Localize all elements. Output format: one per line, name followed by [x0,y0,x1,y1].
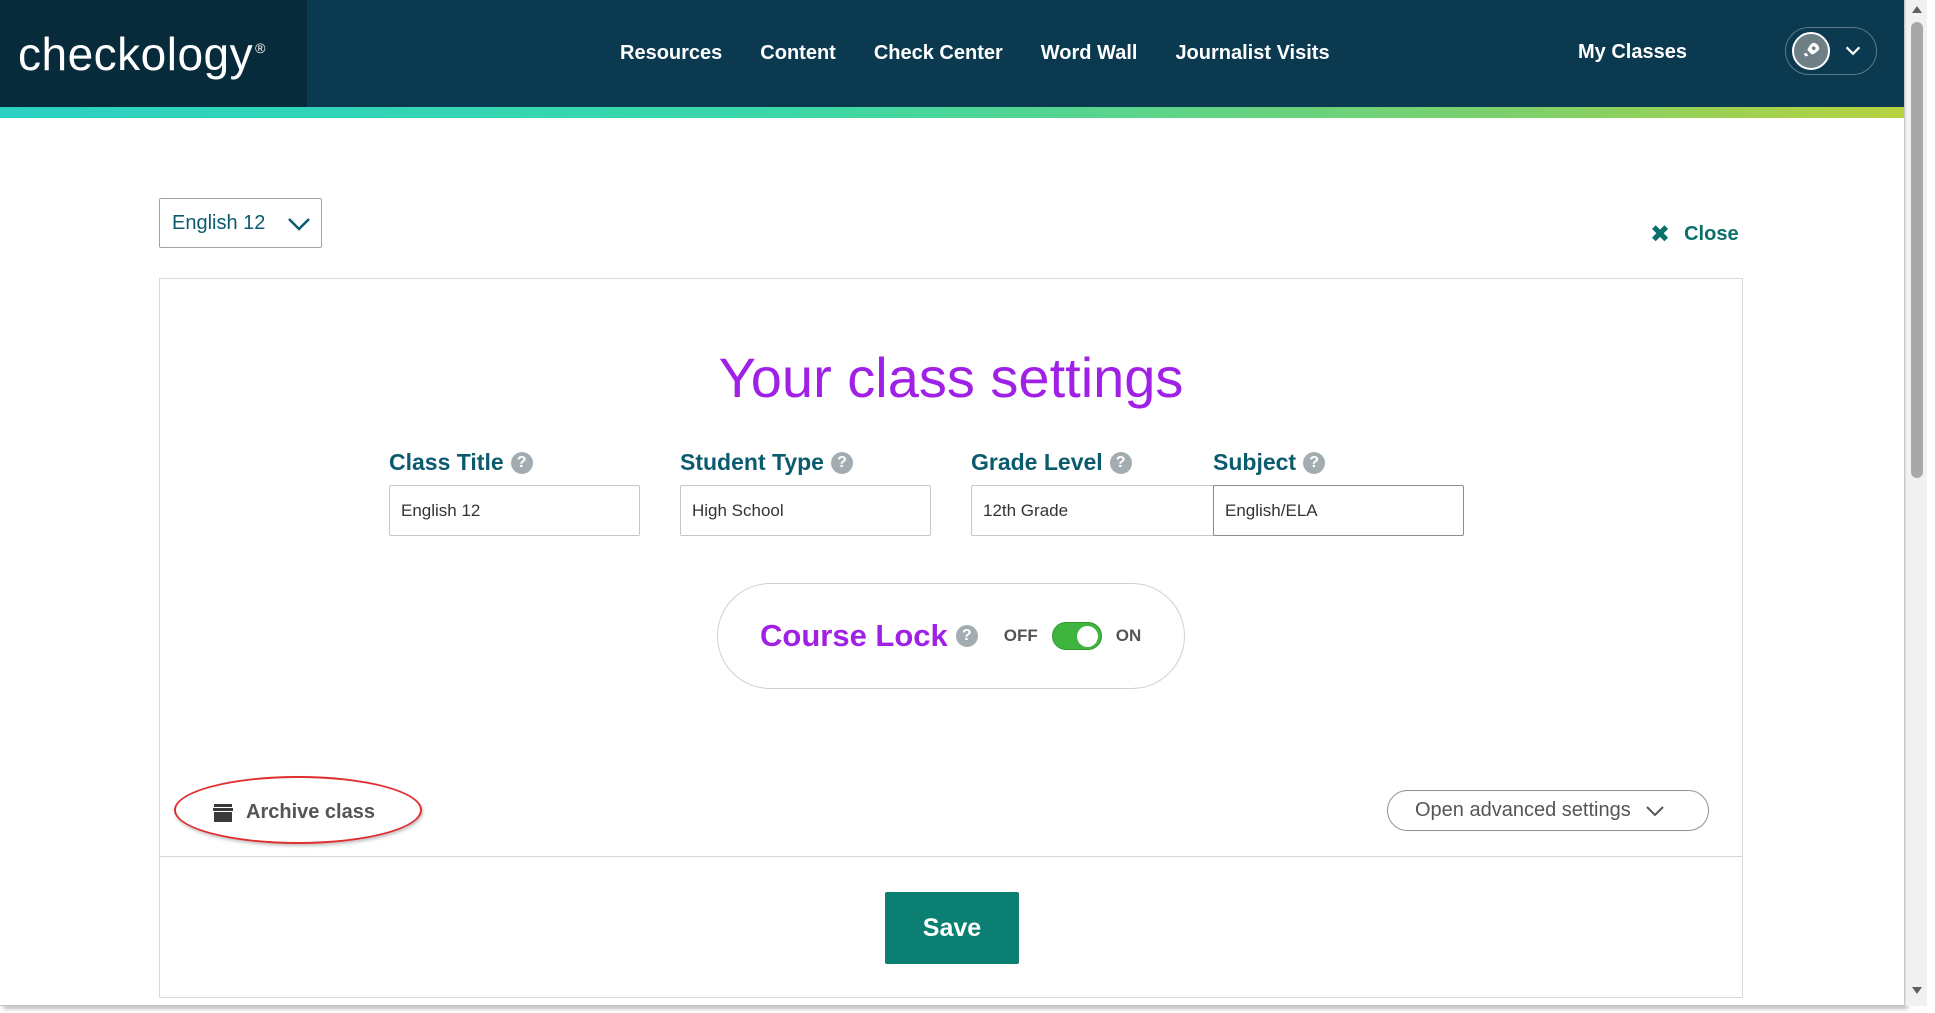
chevron-down-icon [1845,46,1861,56]
subject-input[interactable]: English/ELA [1213,485,1464,536]
scroll-down-arrow-icon[interactable] [1912,987,1922,994]
divider [160,856,1742,857]
archive-class-label: Archive class [246,801,375,823]
archive-class-button[interactable]: Archive class [212,801,375,824]
course-lock-label: Course Lock [760,618,948,653]
open-advanced-settings-button[interactable]: Open advanced settings [1387,790,1709,831]
class-selector-dropdown[interactable]: English 12 [159,198,322,248]
main-nav: Resources Content Check Center Word Wall… [620,0,1368,107]
nav-my-classes[interactable]: My Classes [1578,41,1687,64]
class-title-field: Class Title? English 12 [389,449,640,536]
class-title-label: Class Title [389,449,504,475]
grade-level-field: Grade Level? 12th Grade [971,449,1222,536]
toggle-off-label: OFF [1003,626,1038,645]
top-navigation-bar: checkology ® Resources Content Check Cent… [0,0,1904,107]
logo-area[interactable]: checkology ® [0,0,307,107]
course-lock-toggle[interactable] [1051,622,1102,650]
close-icon: ✖ [1650,221,1671,248]
class-settings-panel: Your class settings Class Title? English… [159,278,1743,998]
nav-word-wall[interactable]: Word Wall [1041,42,1138,65]
nav-check-center[interactable]: Check Center [874,42,1003,65]
toggle-knob [1076,626,1098,647]
advanced-settings-label: Open advanced settings [1415,799,1631,821]
vertical-scrollbar[interactable] [1905,0,1927,1006]
student-type-label: Student Type [680,449,824,475]
help-icon[interactable]: ? [510,451,533,474]
class-title-input[interactable]: English 12 [389,485,640,536]
subject-field: Subject? English/ELA [1213,449,1464,536]
nav-journalist-visits[interactable]: Journalist Visits [1175,42,1329,65]
page-title: Your class settings [718,346,1184,409]
scroll-up-arrow-icon[interactable] [1912,6,1922,13]
close-button[interactable]: ✖ Close [1650,220,1739,249]
nav-content[interactable]: Content [760,42,836,65]
help-icon[interactable]: ? [830,451,853,474]
course-lock-control: Course Lock ? OFF ON [717,583,1185,689]
archive-box-icon [213,803,233,822]
rocket-icon [1792,32,1830,70]
close-label: Close [1684,223,1739,245]
help-icon[interactable]: ? [955,625,978,647]
help-icon[interactable]: ? [1109,451,1132,474]
chevron-down-icon [1645,805,1664,816]
chevron-down-icon [288,218,310,231]
grade-level-input[interactable]: 12th Grade [971,485,1222,536]
user-menu-button[interactable] [1785,27,1877,75]
nav-resources[interactable]: Resources [620,42,722,65]
save-button[interactable]: Save [885,892,1019,964]
student-type-field: Student Type? High School [680,449,931,536]
grade-level-label: Grade Level [971,449,1103,475]
toggle-on-label: ON [1115,626,1142,645]
class-selector-value: English 12 [172,211,266,234]
help-icon[interactable]: ? [1303,451,1326,474]
student-type-input[interactable]: High School [680,485,931,536]
browser-viewport: checkology ® Resources Content Check Cent… [0,0,1905,1006]
subject-label: Subject [1213,449,1297,475]
header-accent-bar [0,107,1904,118]
scroll-thumb[interactable] [1911,22,1923,478]
checkology-logo: checkology ® [18,27,266,80]
